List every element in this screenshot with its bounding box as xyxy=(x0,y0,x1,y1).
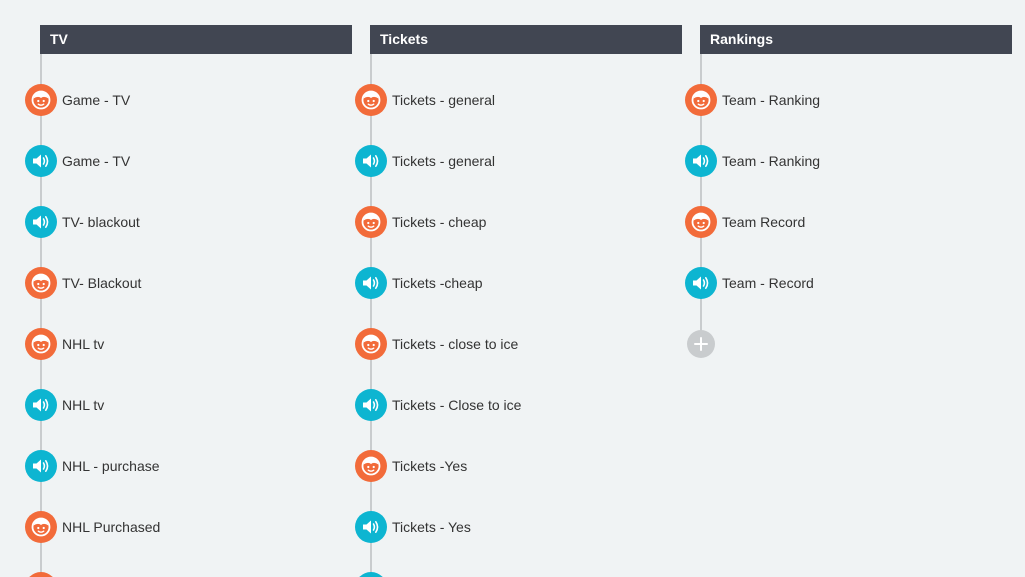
item-label: TV- blackout xyxy=(62,214,140,230)
list-item[interactable]: TV- blackout xyxy=(25,206,140,238)
column-rankings: Rankings Team - Ranking Team - Ranking T… xyxy=(685,25,1012,577)
item-label: Tickets -Yes xyxy=(392,458,468,474)
list-item[interactable] xyxy=(25,572,57,577)
plus-icon xyxy=(694,337,708,351)
speaker-icon xyxy=(355,572,387,577)
speaker-icon xyxy=(355,145,387,177)
list-item[interactable]: Tickets - general xyxy=(355,145,495,177)
list-item[interactable]: Tickets - Yes xyxy=(355,511,471,543)
speaker-icon xyxy=(355,511,387,543)
speaker-icon xyxy=(25,145,57,177)
list-item[interactable]: Game - TV xyxy=(25,145,130,177)
speaker-icon xyxy=(25,206,57,238)
timeline-line xyxy=(40,54,42,577)
timeline-line xyxy=(370,54,372,577)
list-item[interactable]: Team - Ranking xyxy=(685,145,820,177)
user-face-icon xyxy=(685,84,717,116)
user-face-icon xyxy=(25,511,57,543)
list-item[interactable]: Tickets -Yes xyxy=(355,450,467,482)
column-header-rankings[interactable]: Rankings xyxy=(700,25,1012,54)
list-item[interactable]: Team - Ranking xyxy=(685,84,820,116)
item-label: Tickets -cheap xyxy=(392,275,483,291)
speaker-icon xyxy=(25,450,57,482)
story-board: TV Game - TV Game - TV TV- blackout TV- … xyxy=(0,0,1025,577)
item-label: Game - TV xyxy=(62,153,131,169)
speaker-icon xyxy=(685,267,717,299)
column-tickets: Tickets Tickets - general Tickets - gene… xyxy=(355,25,682,577)
speaker-icon xyxy=(355,389,387,421)
list-item[interactable] xyxy=(355,572,387,577)
list-item[interactable]: NHL tv xyxy=(25,389,104,421)
speaker-icon xyxy=(25,389,57,421)
list-item[interactable]: NHL tv xyxy=(25,328,104,360)
user-face-icon xyxy=(25,84,57,116)
list-item[interactable]: Tickets -cheap xyxy=(355,267,483,299)
user-face-icon xyxy=(25,572,57,577)
item-label: Team - Ranking xyxy=(722,153,821,169)
list-item[interactable]: NHL Purchased xyxy=(25,511,160,543)
user-face-icon xyxy=(685,206,717,238)
item-label: Tickets - cheap xyxy=(392,214,487,230)
column-header-tv[interactable]: TV xyxy=(40,25,352,54)
list-item[interactable]: Team - Record xyxy=(685,267,814,299)
user-face-icon xyxy=(355,328,387,360)
column-tv: TV Game - TV Game - TV TV- blackout TV- … xyxy=(25,25,352,577)
item-label: Tickets - Close to ice xyxy=(392,397,522,413)
list-item[interactable]: Tickets - cheap xyxy=(355,206,486,238)
user-face-icon xyxy=(355,206,387,238)
item-label: Game - TV xyxy=(62,92,131,108)
item-label: Team - Record xyxy=(722,275,814,291)
item-label: Tickets - Yes xyxy=(392,519,471,535)
list-item[interactable]: TV- Blackout xyxy=(25,267,141,299)
column-header-tickets[interactable]: Tickets xyxy=(370,25,682,54)
list-item[interactable]: NHL - purchase xyxy=(25,450,160,482)
speaker-icon xyxy=(685,145,717,177)
user-face-icon xyxy=(25,328,57,360)
list-item[interactable]: Tickets - close to ice xyxy=(355,328,518,360)
item-label: NHL tv xyxy=(62,397,105,413)
item-label: Team Record xyxy=(722,214,806,230)
add-item-button[interactable] xyxy=(687,330,715,358)
item-label: NHL Purchased xyxy=(62,519,161,535)
item-label: Tickets - close to ice xyxy=(392,336,519,352)
user-face-icon xyxy=(25,267,57,299)
list-item[interactable]: Tickets - general xyxy=(355,84,495,116)
item-label: NHL - purchase xyxy=(62,458,160,474)
item-label: NHL tv xyxy=(62,336,105,352)
list-item[interactable]: Tickets - Close to ice xyxy=(355,389,521,421)
user-face-icon xyxy=(355,450,387,482)
list-item[interactable]: Game - TV xyxy=(25,84,130,116)
item-label: Tickets - general xyxy=(392,153,495,169)
user-face-icon xyxy=(355,84,387,116)
speaker-icon xyxy=(355,267,387,299)
item-label: TV- Blackout xyxy=(62,275,142,291)
item-label: Tickets - general xyxy=(392,92,495,108)
item-label: Team - Ranking xyxy=(722,92,821,108)
list-item[interactable]: Team Record xyxy=(685,206,805,238)
